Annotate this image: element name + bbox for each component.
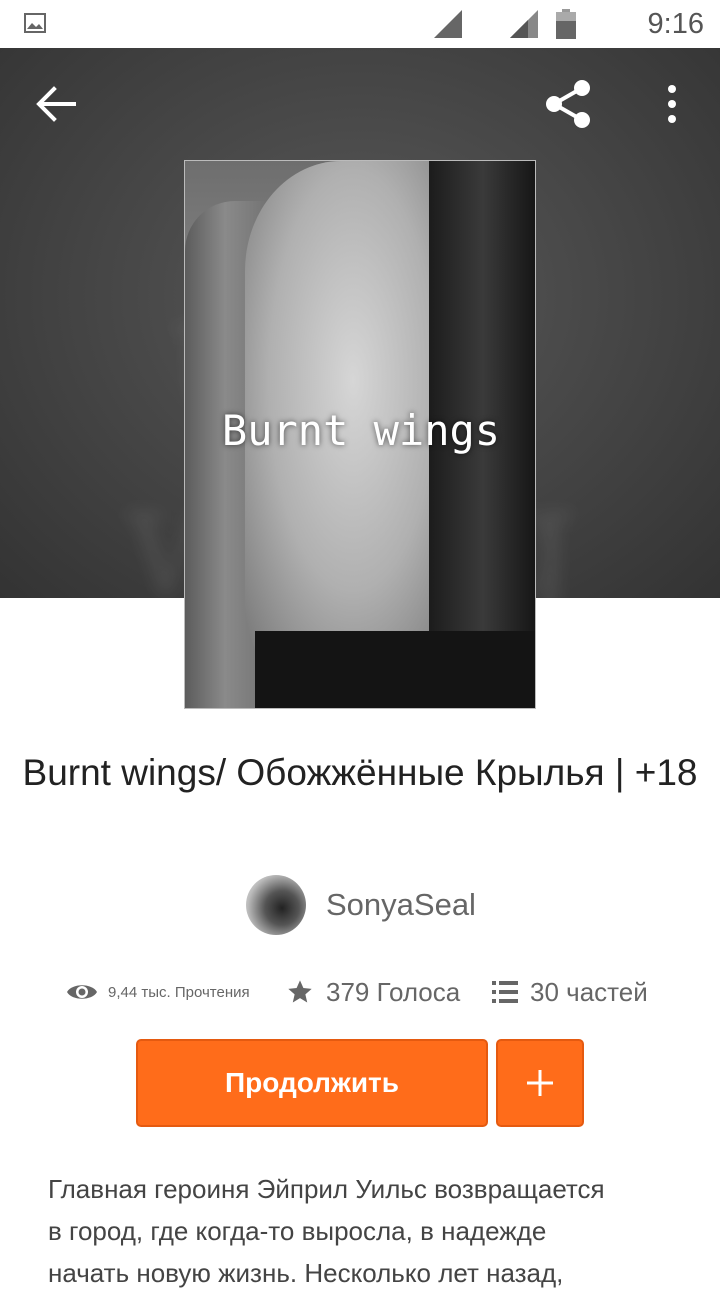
description-line: в город, где когда-то выросла, в надежде (48, 1216, 547, 1246)
battery-icon (556, 9, 576, 39)
reads-stat: 9,44 тыс. Прочтения (66, 970, 250, 1014)
star-icon (288, 980, 312, 1003)
signal-icon (510, 10, 538, 38)
plus-icon (527, 1070, 553, 1096)
author-link[interactable]: SonyaSeal (246, 875, 476, 935)
book-cover[interactable]: Burnt wings (184, 160, 536, 709)
eye-icon (67, 985, 97, 999)
story-description: Главная героиня Эйприл Уильс возвращаетс… (48, 1168, 688, 1294)
reads-count: 9,44 тыс. Прочтения (108, 983, 250, 1001)
description-line: начать новую жизнь. Несколько лет назад, (48, 1258, 564, 1288)
author-name[interactable]: SonyaSeal (326, 887, 476, 923)
clock: 9:16 (647, 8, 704, 40)
avatar[interactable] (246, 875, 306, 935)
story-stats: 9,44 тыс. Прочтения 379 Голоса 30 частей (0, 970, 720, 1014)
parts-count[interactable]: 30 частей (530, 977, 648, 1008)
story-title: Burnt wings/ Обожжённые Крылья | +18 (22, 752, 698, 793)
list-icon (492, 981, 518, 1003)
more-vert-icon[interactable] (662, 84, 682, 124)
back-arrow-icon[interactable] (34, 84, 78, 124)
signal-icon (434, 10, 462, 38)
cover-title: Burnt wings (221, 406, 501, 455)
image-notification-icon (24, 13, 46, 33)
votes-count: 379 Голоса (326, 976, 461, 1007)
continue-reading-button[interactable]: Продолжить (136, 1039, 488, 1127)
votes-stat: 379 Голоса (286, 970, 460, 1014)
status-bar: 9:16 (0, 0, 720, 48)
share-icon[interactable] (542, 78, 594, 130)
cover-art-pants (255, 631, 535, 708)
parts-stat[interactable]: 30 частей (492, 970, 648, 1014)
add-to-library-button[interactable] (496, 1039, 584, 1127)
description-line: Главная героиня Эйприл Уильс возвращаетс… (48, 1174, 605, 1204)
